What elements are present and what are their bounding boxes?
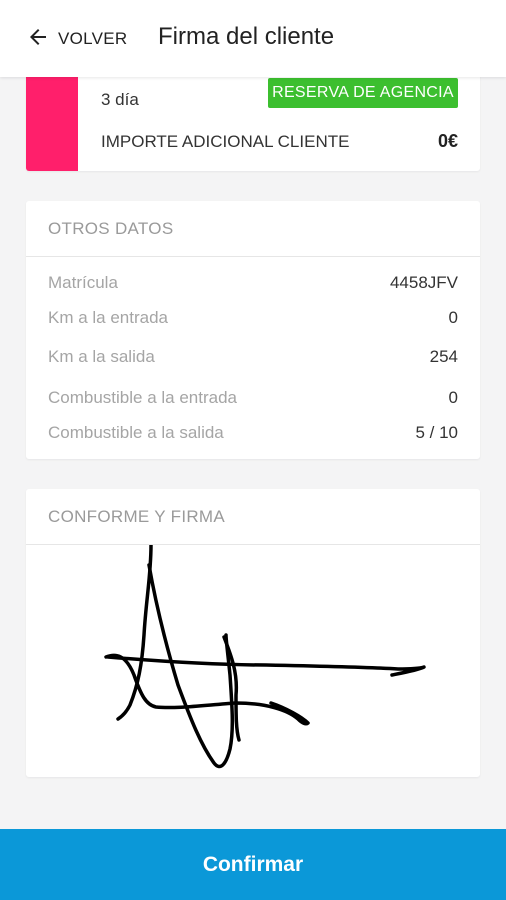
top-app-bar: VOLVER Firma del cliente xyxy=(0,0,506,77)
page-title: Firma del cliente xyxy=(158,23,335,50)
back-label: VOLVER xyxy=(58,29,128,48)
signature-card: CONFORME Y FIRMA xyxy=(26,489,480,777)
extra-amount-value: 0€ xyxy=(437,131,458,151)
section-title-other-data: OTROS DATOS xyxy=(48,219,174,238)
row-label: Matrícula xyxy=(48,273,118,292)
row-value: 254 xyxy=(429,347,458,366)
row-value: 4458JFV xyxy=(389,273,458,292)
other-data-card: OTROS DATOS Matrícula 4458JFV Km a la en… xyxy=(26,201,480,459)
row-label: Km a la entrada xyxy=(48,308,169,327)
data-row-km-out: Km a la salida 254 xyxy=(48,345,458,369)
data-row-km-in: Km a la entrada 0 xyxy=(48,306,458,330)
section-title-signature: CONFORME Y FIRMA xyxy=(48,507,226,526)
row-label: Combustible a la salida xyxy=(48,423,224,442)
signature-pad[interactable] xyxy=(26,545,480,777)
confirm-button[interactable]: Confirmar xyxy=(0,829,506,900)
row-label: Km a la salida xyxy=(48,347,155,366)
data-row-fuel-in: Combustible a la entrada 0 xyxy=(48,386,458,410)
data-row-plate: Matrícula 4458JFV xyxy=(48,271,458,295)
row-label: Combustible a la entrada xyxy=(48,388,238,407)
row-value: 0 xyxy=(448,308,458,327)
arrow-left-icon xyxy=(26,25,50,54)
data-row-fuel-out: Combustible a la salida 5 / 10 xyxy=(48,421,458,445)
row-value: 0 xyxy=(448,388,458,407)
divider xyxy=(26,256,480,257)
extra-amount-label: IMPORTE ADICIONAL CLIENTE xyxy=(101,132,350,151)
row-value: 5 / 10 xyxy=(415,423,458,442)
booking-days: 3 día xyxy=(101,90,139,109)
back-button[interactable]: VOLVER xyxy=(26,24,128,54)
reservation-type-badge: RESERVA DE AGENCIA xyxy=(268,78,458,108)
